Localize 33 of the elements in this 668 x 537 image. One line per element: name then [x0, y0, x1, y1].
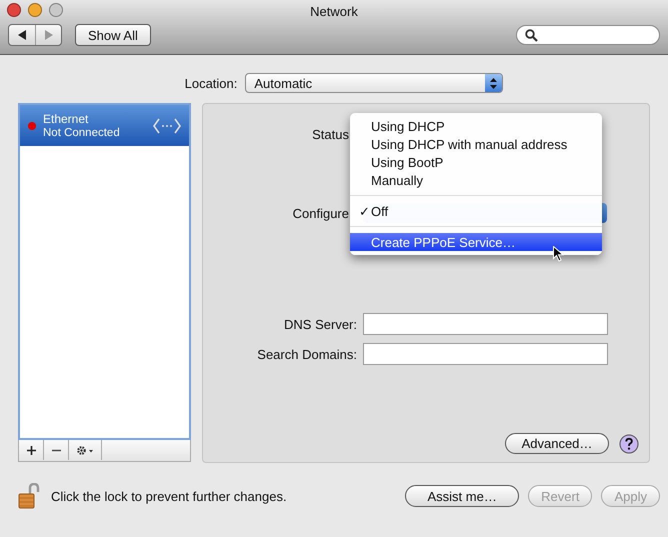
service-name: Ethernet: [43, 112, 90, 126]
menu-item[interactable]: Using DHCP: [350, 117, 602, 135]
show-all-button[interactable]: Show All: [75, 24, 151, 46]
menu-item[interactable]: Create PPPoE Service…: [350, 233, 602, 251]
lock-message: Click the lock to prevent further changes.: [51, 488, 287, 504]
search-field[interactable]: [516, 25, 660, 45]
plus-icon: [26, 446, 36, 454]
service-item[interactable]: Ethernet Not Connected: [20, 105, 189, 146]
field-label: Search Domains:: [256, 346, 357, 362]
window-control-button[interactable]: [7, 3, 21, 17]
text-field[interactable]: [363, 313, 608, 335]
menu-item[interactable]: Using DHCP with manual address: [350, 135, 602, 153]
field-label: DNS Server:: [283, 316, 357, 332]
left-triangle-icon: [18, 30, 26, 40]
location-popup[interactable]: Automatic: [245, 73, 504, 93]
advanced-button[interactable]: Advanced…: [505, 433, 609, 454]
menu-item[interactable]: Manually: [350, 171, 602, 189]
ethernet-arrows-icon: [153, 118, 181, 134]
search-icon: [525, 28, 538, 42]
text-field[interactable]: [363, 343, 608, 365]
window-control-button[interactable]: [28, 3, 42, 17]
configure-label: Configure: [292, 206, 349, 220]
menu-item[interactable]: ✓Off: [350, 202, 602, 220]
footer-button[interactable]: Assist me…: [405, 485, 520, 507]
gear-icon: [76, 444, 94, 456]
service-status: Not Connected: [43, 126, 121, 140]
right-triangle-icon: [44, 30, 53, 40]
location-label: Location:: [184, 76, 238, 90]
menu-item[interactable]: Using BootP: [350, 153, 602, 171]
window-title: Network: [310, 4, 358, 18]
status-label: Status: [311, 126, 349, 142]
up-down-arrows-icon: [490, 78, 498, 88]
help-icon[interactable]: [619, 434, 639, 454]
